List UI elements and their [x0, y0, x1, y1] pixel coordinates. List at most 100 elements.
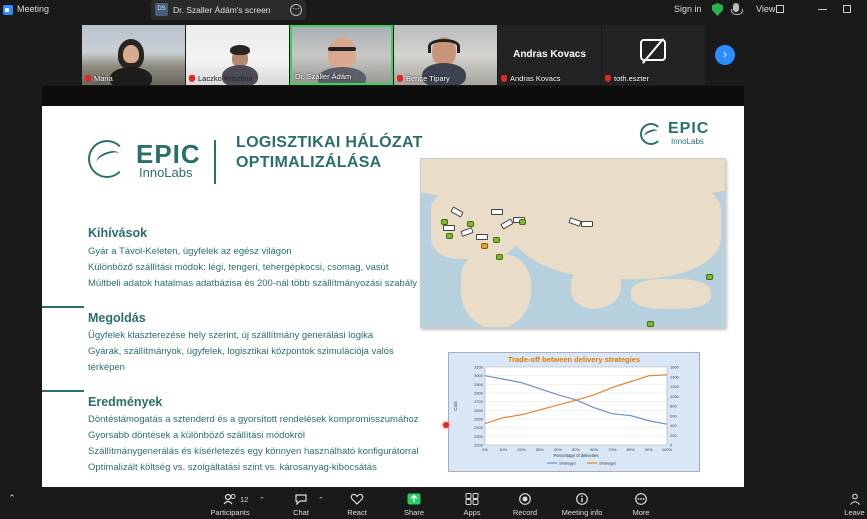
land-mass	[631, 279, 711, 309]
grid-view-icon[interactable]	[776, 5, 784, 13]
y-tick-label: 3000	[474, 373, 484, 378]
shipment-marker[interactable]	[491, 209, 503, 215]
bullet-line: Szállítmánygenerálás és kísérletezés egy…	[88, 446, 419, 457]
share-screen-button[interactable]: Share	[398, 493, 430, 517]
chat-button[interactable]: Chat	[286, 493, 316, 517]
y-tick-label: 2300	[474, 434, 484, 439]
participant-name: Laczko Krisztina	[189, 74, 253, 83]
bullet-line: Döntéstámogatás a sztenderd és a gyorsít…	[88, 414, 419, 425]
bullet-line: Különböző szállítási módok: légi, tenger…	[88, 262, 389, 273]
next-page-button[interactable]: ›	[715, 45, 735, 65]
app-logo-icon	[3, 5, 13, 15]
participants-count: 12	[240, 495, 249, 504]
react-label: React	[347, 508, 367, 517]
land-mass	[461, 254, 531, 327]
bullet-line: Gyorsabb döntések a különböző szállítási…	[88, 430, 306, 441]
slide-title-line-2: OPTIMALIZÁLÁSA	[236, 154, 382, 171]
participant-tile[interactable]: Andras Kovacs Andras Kovacs	[498, 25, 601, 85]
participant-tile[interactable]: Maria	[82, 25, 185, 85]
location-pin[interactable]	[496, 254, 503, 260]
react-button[interactable]: React	[340, 493, 374, 517]
location-pin[interactable]	[647, 321, 654, 327]
participant-face	[123, 45, 139, 63]
meeting-info-label: Meeting info	[561, 508, 603, 517]
logo-sub: InnoLabs	[671, 137, 704, 146]
leave-button[interactable]: Leave	[842, 493, 867, 517]
video-off-icon	[640, 39, 666, 61]
chat-label: Chat	[293, 508, 309, 517]
y-tick-label: 2900	[474, 382, 484, 387]
participant-tile[interactable]: Laczko Krisztina	[186, 25, 289, 85]
microphone-icon[interactable]	[731, 3, 743, 15]
toolbar-expand-button[interactable]: ⌃	[0, 493, 24, 504]
participant-face	[328, 37, 356, 69]
participant-tile[interactable]: Bence Tipary	[394, 25, 497, 85]
record-icon	[518, 493, 532, 505]
screen-share-label: Dr. Szaller Ádám's screen	[173, 5, 271, 15]
logo-sub: InnoLabs	[139, 165, 193, 180]
x-tick-label: 100%	[662, 447, 673, 452]
shipment-marker[interactable]	[581, 221, 593, 227]
location-pin[interactable]	[493, 237, 500, 243]
shipment-marker[interactable]	[443, 225, 455, 231]
shipment-marker[interactable]	[476, 234, 488, 240]
record-label: Record	[512, 508, 538, 517]
epic-logo: EPIC InnoLabs	[88, 138, 218, 183]
logistics-map	[420, 158, 726, 328]
y-tick-label: 2800	[474, 391, 484, 396]
participants-caret-icon[interactable]: ⌃	[259, 496, 265, 504]
apps-icon	[465, 493, 479, 505]
y2-tick-label: 1400	[670, 374, 680, 379]
meeting-info-button[interactable]: Meeting info	[558, 493, 606, 517]
location-pin[interactable]	[481, 243, 488, 249]
minimize-icon[interactable]	[818, 9, 827, 10]
section-heading-challenges: Kihívások	[88, 226, 148, 240]
maximize-icon[interactable]	[843, 5, 851, 13]
more-icon	[634, 493, 648, 505]
y2-tick-label: 800	[670, 404, 677, 409]
more-button[interactable]: More	[626, 493, 656, 517]
slide-title-line-1: LOGISZTIKAI HÁLÓZAT	[236, 134, 423, 151]
participant-name: toth.eszter	[605, 74, 649, 83]
x-tick-label: 20%	[517, 447, 525, 452]
participant-name: Dr. Szaller Ádám	[295, 72, 352, 81]
shield-icon[interactable]	[712, 3, 723, 16]
y2-tick-label: 1200	[670, 384, 680, 389]
location-pin[interactable]	[706, 274, 713, 280]
location-pin[interactable]	[441, 219, 448, 225]
y-tick-label: 3100	[474, 365, 484, 370]
record-button[interactable]: Record	[508, 493, 542, 517]
glasses-icon	[328, 47, 356, 51]
x-tick-label: 90%	[645, 447, 653, 452]
more-label: More	[632, 508, 650, 517]
sign-in-link[interactable]: Sign in	[674, 4, 702, 14]
participant-hair	[230, 45, 250, 55]
participant-tile[interactable]: toth.eszter	[602, 25, 705, 85]
laser-pointer	[443, 422, 449, 428]
y2-tick-label: 200	[670, 433, 677, 438]
sharer-avatar: DS	[155, 3, 168, 16]
location-pin[interactable]	[519, 219, 526, 225]
location-pin[interactable]	[467, 221, 474, 227]
title-divider	[214, 140, 216, 184]
more-options-icon[interactable]: ⋯	[290, 4, 302, 16]
app-title: Meeting	[17, 4, 50, 14]
participant-strip: Maria Laczko Krisztina Dr. Szaller Ádám …	[82, 25, 706, 85]
shared-screen-header	[42, 86, 744, 106]
apps-button[interactable]: Apps	[456, 493, 488, 517]
section-heading-solution: Megoldás	[88, 311, 146, 325]
meeting-window: Meeting DS Dr. Szaller Ádám's screen ⋯ S…	[0, 0, 867, 519]
bullet-line: Optimalizált költség vs. szolgáltatási s…	[88, 462, 377, 473]
view-button[interactable]: View	[756, 4, 775, 14]
land-mass	[511, 179, 721, 279]
screen-share-indicator[interactable]: DS Dr. Szaller Ádám's screen ⋯	[151, 0, 306, 20]
bullet-line: Ügyfelek klaszterezése hely szerint, új …	[88, 330, 374, 341]
leave-label: Leave	[844, 508, 865, 517]
mic-muted-icon	[397, 75, 403, 82]
legend-label: Strategy1	[559, 461, 577, 466]
location-pin[interactable]	[446, 233, 453, 239]
participant-tile-active[interactable]: Dr. Szaller Ádám	[290, 25, 393, 85]
info-icon	[575, 493, 589, 505]
logo-word: EPIC	[668, 120, 710, 137]
chat-caret-icon[interactable]: ⌃	[318, 496, 324, 504]
